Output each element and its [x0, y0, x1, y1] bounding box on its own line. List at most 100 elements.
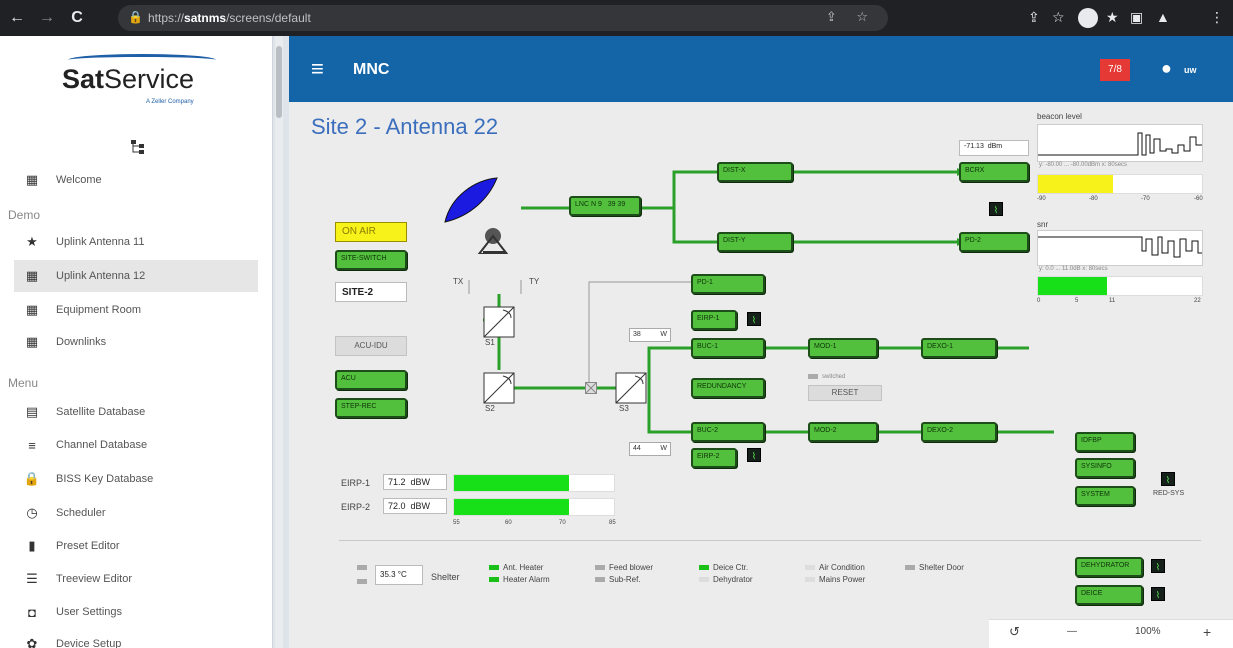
user-account-icon[interactable]: ●	[1161, 58, 1172, 79]
sidebar-item-preset-editor[interactable]: ▮ Preset Editor	[14, 530, 258, 562]
history-icon[interactable]: ↺	[1009, 624, 1020, 640]
buc-1-power-field[interactable]: 38 W	[629, 328, 671, 342]
waveguide-switch-s2[interactable]	[483, 372, 515, 404]
ty-label: TY	[529, 277, 540, 286]
share-bookmark-icons[interactable]: ⇪ ☆	[826, 9, 876, 25]
user-name: uw	[1184, 65, 1197, 75]
waveguide-switch-s1[interactable]	[483, 306, 515, 338]
zoom-out-button[interactable]: —	[1067, 626, 1077, 637]
status-heater-alarm: Heater Alarm	[489, 575, 550, 584]
eirp-2-fill	[454, 499, 570, 515]
snr-tick-2: 11	[1109, 298, 1116, 304]
sidebar-scrollbar[interactable]	[275, 36, 283, 648]
scrollbar-thumb[interactable]	[276, 46, 282, 118]
app-header: ≡ MNC 7/8 ● uw	[289, 36, 1233, 102]
sidebar-item-biss-key-db[interactable]: 🔒 BISS Key Database	[14, 463, 258, 495]
address-bar[interactable]: 🔒 https://satnms/screens/default ⇪ ☆	[118, 5, 888, 31]
waveguide-switch-s3[interactable]	[615, 372, 647, 404]
buc-1-block[interactable]: BUC-1	[691, 338, 765, 358]
status-mains-power: Mains Power	[805, 575, 865, 584]
tree-icon[interactable]	[130, 139, 146, 160]
share-icon[interactable]: ⇪	[1028, 9, 1040, 26]
combiner-icon	[585, 382, 597, 394]
eirp-1-chart-icon[interactable]: ⌇	[747, 312, 761, 326]
eirp-1-label: EIRP-1	[341, 478, 371, 488]
s1-label: S1	[485, 338, 495, 347]
bcrx-chart-icon[interactable]: ⌇	[989, 202, 1003, 216]
grid-icon: ▦	[25, 334, 39, 349]
gear-icon: ✿	[26, 636, 38, 648]
sidebar-item-channel-db[interactable]: ≡ Channel Database	[14, 429, 258, 461]
dexo-1-block[interactable]: DEXO-1	[921, 338, 997, 358]
hamburger-menu-icon[interactable]: ≡	[311, 56, 324, 82]
beacon-tick-0: -90	[1037, 196, 1046, 202]
pd-2-block[interactable]: PD-2	[959, 232, 1029, 252]
grid-icon: ▦	[25, 268, 39, 283]
acu-idu-button[interactable]: ACU-IDU	[335, 336, 407, 356]
buc-2-power-field[interactable]: 44 W	[629, 442, 671, 456]
sidebar-item-downlinks[interactable]: ▦ Downlinks	[14, 326, 258, 358]
beacon-level-bar	[1037, 174, 1203, 194]
zoom-level: 100%	[1135, 626, 1161, 637]
eirp-2-chart-icon[interactable]: ⌇	[747, 448, 761, 462]
dehydrator-chart-icon[interactable]: ⌇	[1151, 559, 1165, 573]
shelter-indicator-2	[357, 577, 371, 586]
forward-arrow-icon[interactable]: →	[36, 7, 58, 29]
status-deice-ctr: Deice Ctr.	[699, 563, 748, 572]
lnc-block[interactable]: LNC N 9 39 39	[569, 196, 641, 216]
red-sys-label: RED-SYS	[1153, 490, 1185, 497]
red-sys-chart-icon[interactable]: ⌇	[1161, 472, 1175, 486]
bcrx-block[interactable]: BCRX	[959, 162, 1029, 182]
mod-1-block[interactable]: MOD-1	[808, 338, 878, 358]
sidebar-item-device-setup[interactable]: ✿ Device Setup	[14, 628, 258, 648]
sidebar-item-uplink-11[interactable]: ★ Uplink Antenna 11	[14, 226, 258, 258]
bookmark-icon[interactable]: ☆	[1052, 9, 1065, 26]
sidebar-item-uplink-12[interactable]: ▦ Uplink Antenna 12	[14, 260, 258, 292]
sidebar-item-treeview-editor[interactable]: ☰ Treeview Editor	[14, 563, 258, 595]
profile-avatar-icon[interactable]	[1078, 8, 1098, 28]
alarm-badge[interactable]: 7/8	[1100, 59, 1130, 81]
shelter-status-panel: 35.3 °C Shelter Ant. Heater Heater Alarm…	[339, 540, 1201, 610]
site-switch-button[interactable]: SITE-SWITCH	[335, 250, 407, 270]
back-arrow-icon[interactable]: ←	[6, 7, 28, 29]
browser-menu-icon[interactable]: ⋮	[1210, 9, 1224, 26]
eirp-1-block[interactable]: EIRP-1	[691, 310, 737, 330]
sidebar-item-satellite-db[interactable]: ▤ Satellite Database	[14, 396, 258, 428]
account-icon[interactable]: ▲	[1156, 9, 1170, 25]
sidepanel-icon[interactable]: ▣	[1130, 9, 1143, 26]
system-button[interactable]: SYSTEM	[1075, 486, 1135, 506]
sysinfo-button[interactable]: SYSINFO	[1075, 458, 1135, 478]
list-icon: ≡	[28, 437, 36, 453]
reload-icon[interactable]: C	[66, 7, 88, 29]
pd-1-block[interactable]: PD-1	[691, 274, 765, 294]
zoom-in-button[interactable]: +	[1203, 624, 1211, 640]
reset-button[interactable]: RESET	[808, 385, 882, 401]
beacon-tick-1: -80	[1089, 196, 1098, 202]
sidebar-item-user-settings[interactable]: ◘ User Settings	[14, 596, 258, 628]
deice-chart-icon[interactable]: ⌇	[1151, 587, 1165, 601]
sidebar: SatService A Zeller Company ▦ Welcome Dem…	[0, 36, 273, 648]
redundancy-block[interactable]: REDUNDANCY	[691, 378, 765, 398]
buc-2-block[interactable]: BUC-2	[691, 422, 765, 442]
beacon-chart-caption: y: -80.00 ... -80.00dBm x: 80secs	[1039, 162, 1128, 168]
section-menu: Menu	[8, 376, 39, 390]
acu-button[interactable]: ACU	[335, 370, 407, 390]
mod-2-block[interactable]: MOD-2	[808, 422, 878, 442]
deice-button[interactable]: DEICE	[1075, 585, 1143, 605]
step-rec-button[interactable]: STEP-REC	[335, 398, 407, 418]
eirp-2-block[interactable]: EIRP-2	[691, 448, 737, 468]
idfbp-button[interactable]: IDFBP	[1075, 432, 1135, 452]
star-icon: ★	[26, 234, 38, 249]
dexo-2-block[interactable]: DEXO-2	[921, 422, 997, 442]
preset-icon: ▮	[28, 538, 36, 553]
sidebar-item-equipment-room[interactable]: ▦ Equipment Room	[14, 294, 258, 326]
sidebar-item-welcome[interactable]: ▦ Welcome	[14, 164, 258, 196]
dist-x-block[interactable]: DIST-X	[717, 162, 793, 182]
sidebar-item-scheduler[interactable]: ◷ Scheduler	[14, 497, 258, 529]
status-sub-ref: Sub-Ref.	[595, 575, 641, 584]
extensions-icon[interactable]: ★	[1106, 9, 1119, 26]
status-ant-heater: Ant. Heater	[489, 563, 543, 572]
dehydrator-button[interactable]: DEHYDRATOR	[1075, 557, 1143, 577]
dist-y-block[interactable]: DIST-Y	[717, 232, 793, 252]
snr-level-bar	[1037, 276, 1203, 296]
